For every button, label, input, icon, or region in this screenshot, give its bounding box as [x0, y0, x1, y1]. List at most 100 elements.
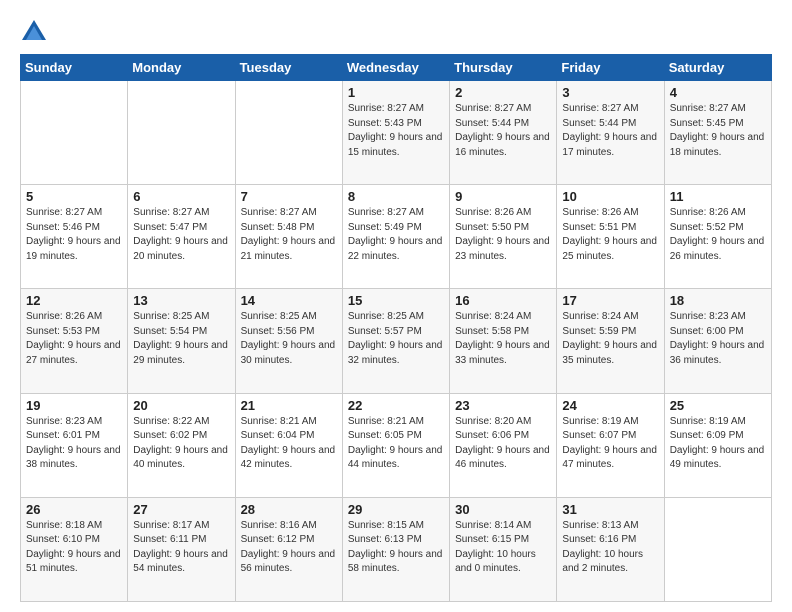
- day-number: 28: [241, 502, 337, 517]
- day-info: Sunrise: 8:27 AM Sunset: 5:44 PM Dayligh…: [562, 102, 658, 160]
- calendar-cell: [664, 497, 771, 601]
- day-number: 15: [348, 293, 444, 308]
- calendar-cell: 25 Sunrise: 8:19 AM Sunset: 6:09 PM Dayli…: [664, 393, 771, 497]
- weekday-header-wednesday: Wednesday: [342, 55, 449, 81]
- day-info: Sunrise: 8:21 AM Sunset: 6:04 PM Dayligh…: [241, 415, 337, 473]
- logo-icon: [20, 18, 48, 46]
- calendar-table: SundayMondayTuesdayWednesdayThursdayFrid…: [20, 54, 772, 602]
- weekday-header-saturday: Saturday: [664, 55, 771, 81]
- day-info: Sunrise: 8:20 AM Sunset: 6:06 PM Dayligh…: [455, 415, 551, 473]
- day-number: 1: [348, 85, 444, 100]
- day-info: Sunrise: 8:23 AM Sunset: 6:00 PM Dayligh…: [670, 310, 766, 368]
- calendar-cell: 5 Sunrise: 8:27 AM Sunset: 5:46 PM Daylig…: [21, 185, 128, 289]
- day-number: 31: [562, 502, 658, 517]
- day-info: Sunrise: 8:26 AM Sunset: 5:50 PM Dayligh…: [455, 206, 551, 264]
- day-info: Sunrise: 8:26 AM Sunset: 5:53 PM Dayligh…: [26, 310, 122, 368]
- day-number: 21: [241, 398, 337, 413]
- day-number: 7: [241, 189, 337, 204]
- calendar-cell: 6 Sunrise: 8:27 AM Sunset: 5:47 PM Daylig…: [128, 185, 235, 289]
- calendar-cell: 30 Sunrise: 8:14 AM Sunset: 6:15 PM Dayli…: [450, 497, 557, 601]
- calendar-cell: 27 Sunrise: 8:17 AM Sunset: 6:11 PM Dayli…: [128, 497, 235, 601]
- weekday-header-tuesday: Tuesday: [235, 55, 342, 81]
- page: SundayMondayTuesdayWednesdayThursdayFrid…: [0, 0, 792, 612]
- day-number: 24: [562, 398, 658, 413]
- calendar-cell: 3 Sunrise: 8:27 AM Sunset: 5:44 PM Daylig…: [557, 81, 664, 185]
- day-info: Sunrise: 8:27 AM Sunset: 5:43 PM Dayligh…: [348, 102, 444, 160]
- day-number: 17: [562, 293, 658, 308]
- day-info: Sunrise: 8:27 AM Sunset: 5:47 PM Dayligh…: [133, 206, 229, 264]
- calendar-cell: 28 Sunrise: 8:16 AM Sunset: 6:12 PM Dayli…: [235, 497, 342, 601]
- calendar-cell: 31 Sunrise: 8:13 AM Sunset: 6:16 PM Dayli…: [557, 497, 664, 601]
- day-number: 29: [348, 502, 444, 517]
- weekday-header-friday: Friday: [557, 55, 664, 81]
- day-number: 14: [241, 293, 337, 308]
- week-row-5: 26Sunrise: 8:18 AM Sunset: 6:10 PM Dayli…: [21, 497, 772, 601]
- day-info: Sunrise: 8:13 AM Sunset: 6:16 PM Dayligh…: [562, 519, 658, 577]
- calendar-cell: 11Sunrise: 8:26 AM Sunset: 5:52 PM Dayli…: [664, 185, 771, 289]
- calendar-cell: 17 Sunrise: 8:24 AM Sunset: 5:59 PM Dayli…: [557, 289, 664, 393]
- calendar-cell: 9 Sunrise: 8:26 AM Sunset: 5:50 PM Daylig…: [450, 185, 557, 289]
- day-info: Sunrise: 8:25 AM Sunset: 5:56 PM Dayligh…: [241, 310, 337, 368]
- day-info: Sunrise: 8:26 AM Sunset: 5:51 PM Dayligh…: [562, 206, 658, 264]
- day-info: Sunrise: 8:19 AM Sunset: 6:09 PM Dayligh…: [670, 415, 766, 473]
- day-number: 18: [670, 293, 766, 308]
- weekday-header-sunday: Sunday: [21, 55, 128, 81]
- day-number: 11: [670, 189, 766, 204]
- calendar-cell: 7 Sunrise: 8:27 AM Sunset: 5:48 PM Daylig…: [235, 185, 342, 289]
- day-info: Sunrise: 8:19 AM Sunset: 6:07 PM Dayligh…: [562, 415, 658, 473]
- day-info: Sunrise: 8:18 AM Sunset: 6:10 PM Dayligh…: [26, 519, 122, 577]
- header: [20, 18, 772, 46]
- calendar-cell: 15 Sunrise: 8:25 AM Sunset: 5:57 PM Dayli…: [342, 289, 449, 393]
- day-info: Sunrise: 8:27 AM Sunset: 5:48 PM Dayligh…: [241, 206, 337, 264]
- week-row-4: 19Sunrise: 8:23 AM Sunset: 6:01 PM Dayli…: [21, 393, 772, 497]
- calendar-cell: 21 Sunrise: 8:21 AM Sunset: 6:04 PM Dayli…: [235, 393, 342, 497]
- day-info: Sunrise: 8:21 AM Sunset: 6:05 PM Dayligh…: [348, 415, 444, 473]
- day-info: Sunrise: 8:25 AM Sunset: 5:57 PM Dayligh…: [348, 310, 444, 368]
- calendar-cell: 12 Sunrise: 8:26 AM Sunset: 5:53 PM Dayli…: [21, 289, 128, 393]
- calendar-cell: 4Sunrise: 8:27 AM Sunset: 5:45 PM Daylig…: [664, 81, 771, 185]
- day-info: Sunrise: 8:27 AM Sunset: 5:44 PM Dayligh…: [455, 102, 551, 160]
- day-info: Sunrise: 8:22 AM Sunset: 6:02 PM Dayligh…: [133, 415, 229, 473]
- day-number: 12: [26, 293, 122, 308]
- calendar-cell: 1 Sunrise: 8:27 AM Sunset: 5:43 PM Daylig…: [342, 81, 449, 185]
- day-info: Sunrise: 8:17 AM Sunset: 6:11 PM Dayligh…: [133, 519, 229, 577]
- calendar-cell: 19Sunrise: 8:23 AM Sunset: 6:01 PM Dayli…: [21, 393, 128, 497]
- day-number: 5: [26, 189, 122, 204]
- calendar-cell: 18 Sunrise: 8:23 AM Sunset: 6:00 PM Dayli…: [664, 289, 771, 393]
- calendar-cell: 2 Sunrise: 8:27 AM Sunset: 5:44 PM Daylig…: [450, 81, 557, 185]
- day-number: 30: [455, 502, 551, 517]
- day-number: 8: [348, 189, 444, 204]
- calendar-cell: 14 Sunrise: 8:25 AM Sunset: 5:56 PM Dayli…: [235, 289, 342, 393]
- weekday-header-monday: Monday: [128, 55, 235, 81]
- calendar-cell: 10 Sunrise: 8:26 AM Sunset: 5:51 PM Dayli…: [557, 185, 664, 289]
- day-number: 20: [133, 398, 229, 413]
- day-number: 9: [455, 189, 551, 204]
- day-info: Sunrise: 8:14 AM Sunset: 6:15 PM Dayligh…: [455, 519, 551, 577]
- day-info: Sunrise: 8:24 AM Sunset: 5:59 PM Dayligh…: [562, 310, 658, 368]
- calendar-cell: 29 Sunrise: 8:15 AM Sunset: 6:13 PM Dayli…: [342, 497, 449, 601]
- day-number: 13: [133, 293, 229, 308]
- logo: [20, 18, 52, 46]
- calendar-cell: 8 Sunrise: 8:27 AM Sunset: 5:49 PM Daylig…: [342, 185, 449, 289]
- day-number: 6: [133, 189, 229, 204]
- day-info: Sunrise: 8:15 AM Sunset: 6:13 PM Dayligh…: [348, 519, 444, 577]
- week-row-2: 5 Sunrise: 8:27 AM Sunset: 5:46 PM Daylig…: [21, 185, 772, 289]
- calendar-cell: 16Sunrise: 8:24 AM Sunset: 5:58 PM Dayli…: [450, 289, 557, 393]
- calendar-cell: 24 Sunrise: 8:19 AM Sunset: 6:07 PM Dayli…: [557, 393, 664, 497]
- day-info: Sunrise: 8:27 AM Sunset: 5:46 PM Dayligh…: [26, 206, 122, 264]
- day-number: 22: [348, 398, 444, 413]
- day-number: 25: [670, 398, 766, 413]
- day-info: Sunrise: 8:16 AM Sunset: 6:12 PM Dayligh…: [241, 519, 337, 577]
- day-number: 3: [562, 85, 658, 100]
- day-info: Sunrise: 8:25 AM Sunset: 5:54 PM Dayligh…: [133, 310, 229, 368]
- calendar-cell: [128, 81, 235, 185]
- day-number: 16: [455, 293, 551, 308]
- weekday-header-row: SundayMondayTuesdayWednesdayThursdayFrid…: [21, 55, 772, 81]
- calendar-cell: 23 Sunrise: 8:20 AM Sunset: 6:06 PM Dayli…: [450, 393, 557, 497]
- calendar-cell: 26Sunrise: 8:18 AM Sunset: 6:10 PM Dayli…: [21, 497, 128, 601]
- day-info: Sunrise: 8:27 AM Sunset: 5:49 PM Dayligh…: [348, 206, 444, 264]
- day-number: 2: [455, 85, 551, 100]
- day-number: 10: [562, 189, 658, 204]
- day-number: 23: [455, 398, 551, 413]
- day-number: 27: [133, 502, 229, 517]
